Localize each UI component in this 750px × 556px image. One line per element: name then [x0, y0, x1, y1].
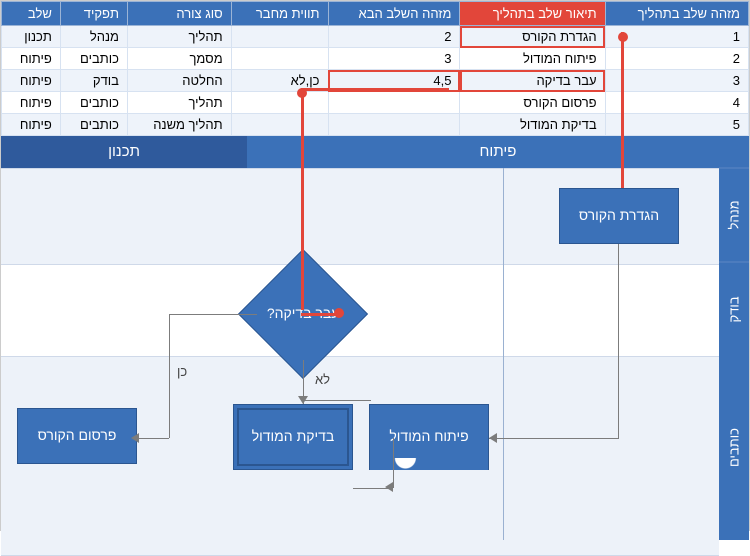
- flowchart: מנהל בודק כותבים הגדרת הקורס עבר בדיקה? …: [1, 168, 749, 548]
- col-phase: שלב: [2, 2, 61, 26]
- col-shape: סוג צורה: [127, 2, 231, 26]
- table-row: 4 פרסום הקורס תהליך כותבים פיתוח: [2, 92, 749, 114]
- document-wave-icon: [370, 458, 488, 470]
- phase-divider: [503, 168, 504, 540]
- callout-dot: [297, 88, 307, 98]
- lane-writers: כותבים: [719, 355, 749, 540]
- edge: [303, 400, 371, 401]
- edge: [169, 314, 170, 438]
- edge-label-yes: כן: [177, 364, 187, 379]
- process-table: מזהה שלב בתהליך תיאור שלב בתהליך מזהה הש…: [1, 1, 749, 136]
- callout-line: [621, 32, 624, 188]
- node-define-course: הגדרת הקורס: [559, 188, 679, 244]
- node-check-module: בדיקת המודול: [233, 404, 353, 470]
- phase-bar: תכנון פיתוח: [1, 136, 749, 168]
- edge: [489, 438, 619, 439]
- edge: [169, 314, 257, 315]
- col-role: תפקיד: [60, 2, 127, 26]
- edge: [618, 244, 619, 438]
- table-row: 1 הגדרת הקורס 2 תהליך מנהל תכנון: [2, 26, 749, 48]
- col-next: מזהה השלב הבא: [328, 2, 460, 26]
- callout-line: [301, 128, 304, 310]
- table-row: 5 בדיקת המודול תהליך משנה כותבים פיתוח: [2, 114, 749, 136]
- node-publish-course: פרסום הקורס: [17, 408, 137, 464]
- arrow-icon: [385, 482, 393, 492]
- callout-line: [301, 88, 449, 91]
- col-id: מזהה שלב בתהליך: [605, 2, 748, 26]
- edge: [137, 438, 169, 439]
- arrow-icon: [489, 433, 497, 443]
- col-desc: תיאור שלב בתהליך: [460, 2, 605, 26]
- lane-tester: בודק: [719, 262, 749, 356]
- edge: [393, 438, 394, 488]
- arrow-icon: [131, 433, 139, 443]
- cell-desc-2: עבר בדיקה: [460, 70, 605, 92]
- arrow-icon: [298, 396, 308, 404]
- edge-label-no: לא: [315, 372, 330, 387]
- phase-planning: תכנון: [1, 136, 247, 168]
- lane-manager: מנהל: [719, 168, 749, 262]
- callout-dot: [334, 308, 344, 318]
- table-row: 2 פיתוח המודול 3 מסמך כותבים פיתוח: [2, 48, 749, 70]
- node-develop-module: פיתוח המודול: [369, 404, 489, 470]
- phase-development: פיתוח: [247, 136, 749, 168]
- lane-label-strip: מנהל בודק כותבים: [719, 168, 749, 540]
- callout-dot: [618, 32, 628, 42]
- col-connlabel: תווית מחבר: [231, 2, 328, 26]
- cell-desc-0: הגדרת הקורס: [460, 26, 605, 48]
